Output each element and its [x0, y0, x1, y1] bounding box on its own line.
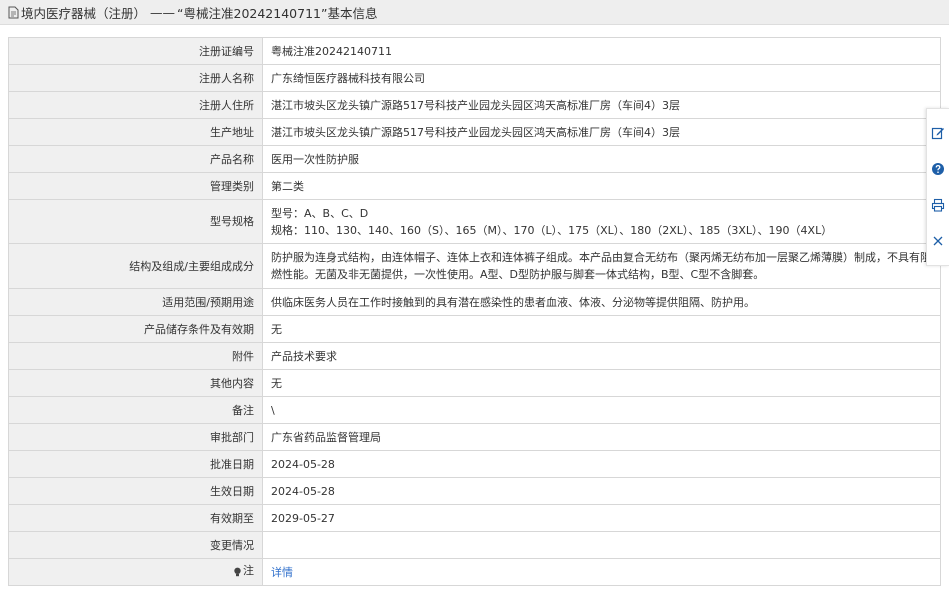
row-value: 2029-05-27 — [262, 504, 941, 532]
row-value: 广东省药品监督管理局 — [262, 423, 941, 451]
table-row: 注册证编号 粤械注准20242140711 — [8, 37, 941, 65]
table-row: 备注 \ — [8, 396, 941, 424]
row-label: 适用范围/预期用途 — [8, 288, 263, 316]
row-value — [262, 531, 941, 559]
row-value: 详情 — [262, 558, 941, 586]
row-value: 2024-05-28 — [262, 450, 941, 478]
row-value: \ — [262, 396, 941, 424]
row-label: 型号规格 — [8, 199, 263, 244]
row-value: 湛江市坡头区龙头镇广源路517号科技产业园龙头园区鸿天高标准厂房（车间4）3层 — [262, 91, 941, 119]
row-label: 管理类别 — [8, 172, 263, 200]
row-label: 注 — [8, 558, 263, 586]
row-label: 变更情况 — [8, 531, 263, 559]
row-label: 生效日期 — [8, 477, 263, 505]
row-label: 注册人名称 — [8, 64, 263, 92]
info-table: 注册证编号 粤械注准20242140711 注册人名称 广东绮恒医疗器械科技有限… — [8, 37, 941, 586]
table-row: 型号规格 型号：A、B、C、D 规格：110、130、140、160（S）、16… — [8, 199, 941, 244]
row-label: 产品储存条件及有效期 — [8, 315, 263, 343]
row-label: 其他内容 — [8, 369, 263, 397]
row-value: 型号：A、B、C、D 规格：110、130、140、160（S）、165（M）、… — [262, 199, 941, 244]
row-label: 结构及组成/主要组成成分 — [8, 243, 263, 289]
spec-line: 规格：110、130、140、160（S）、165（M）、170（L）、175（… — [271, 223, 833, 237]
row-value: 无 — [262, 315, 941, 343]
table-row: 注册人住所 湛江市坡头区龙头镇广源路517号科技产业园龙头园区鸿天高标准厂房（车… — [8, 91, 941, 119]
row-label: 附件 — [8, 342, 263, 370]
row-value: 供临床医务人员在工作时接触到的具有潜在感染性的患者血液、体液、分泌物等提供阻隔、… — [262, 288, 941, 316]
table-row: 其他内容 无 — [8, 369, 941, 397]
row-label: 批准日期 — [8, 450, 263, 478]
table-row: 适用范围/预期用途 供临床医务人员在工作时接触到的具有潜在感染性的患者血液、体液… — [8, 288, 941, 316]
row-label: 生产地址 — [8, 118, 263, 146]
note-label: 注 — [233, 562, 254, 579]
info-table-container: 注册证编号 粤械注准20242140711 注册人名称 广东绮恒医疗器械科技有限… — [8, 37, 941, 586]
note-label-text: 注 — [243, 563, 254, 577]
row-label: 注册人住所 — [8, 91, 263, 119]
table-row: 注册人名称 广东绮恒医疗器械科技有限公司 — [8, 64, 941, 92]
lightbulb-icon — [233, 565, 242, 577]
close-icon[interactable] — [930, 233, 946, 249]
table-row: 管理类别 第二类 — [8, 172, 941, 200]
table-row: 结构及组成/主要组成成分 防护服为连身式结构，由连体帽子、连体上衣和连体裤子组成… — [8, 243, 941, 289]
header-title-prefix: 境内医疗器械（注册） — [21, 5, 147, 21]
table-row: 批准日期 2024-05-28 — [8, 450, 941, 478]
row-value: 粤械注准20242140711 — [262, 37, 941, 65]
header-title-separator: —— — [150, 4, 176, 20]
table-row: 注 详情 — [8, 558, 941, 586]
table-row: 有效期至 2029-05-27 — [8, 504, 941, 532]
model-line: 型号：A、B、C、D — [271, 206, 369, 220]
table-row: 生产地址 湛江市坡头区龙头镇广源路517号科技产业园龙头园区鸿天高标准厂房（车间… — [8, 118, 941, 146]
row-value: 医用一次性防护服 — [262, 145, 941, 173]
table-row: 审批部门 广东省药品监督管理局 — [8, 423, 941, 451]
table-row: 生效日期 2024-05-28 — [8, 477, 941, 505]
row-label: 注册证编号 — [8, 37, 263, 65]
detail-link[interactable]: 详情 — [271, 566, 293, 579]
document-icon — [8, 6, 19, 19]
row-value: 防护服为连身式结构，由连体帽子、连体上衣和连体裤子组成。本产品由复合无纺布（聚丙… — [262, 243, 941, 289]
row-label: 备注 — [8, 396, 263, 424]
edit-icon[interactable] — [930, 125, 946, 141]
row-value: 广东绮恒医疗器械科技有限公司 — [262, 64, 941, 92]
side-toolbar — [926, 108, 949, 266]
row-value: 2024-05-28 — [262, 477, 941, 505]
table-row: 附件 产品技术要求 — [8, 342, 941, 370]
table-row: 变更情况 — [8, 531, 941, 559]
table-row: 产品储存条件及有效期 无 — [8, 315, 941, 343]
header-title-main: “粤械注准20242140711”基本信息 — [177, 5, 378, 21]
row-label: 产品名称 — [8, 145, 263, 173]
row-value: 第二类 — [262, 172, 941, 200]
print-icon[interactable] — [930, 197, 946, 213]
row-label: 审批部门 — [8, 423, 263, 451]
row-value: 湛江市坡头区龙头镇广源路517号科技产业园龙头园区鸿天高标准厂房（车间4）3层 — [262, 118, 941, 146]
page-header: 境内医疗器械（注册） —— “粤械注准20242140711”基本信息 — [0, 0, 949, 25]
help-icon[interactable] — [930, 161, 946, 177]
row-value: 无 — [262, 369, 941, 397]
table-row: 产品名称 医用一次性防护服 — [8, 145, 941, 173]
row-label: 有效期至 — [8, 504, 263, 532]
row-value: 产品技术要求 — [262, 342, 941, 370]
